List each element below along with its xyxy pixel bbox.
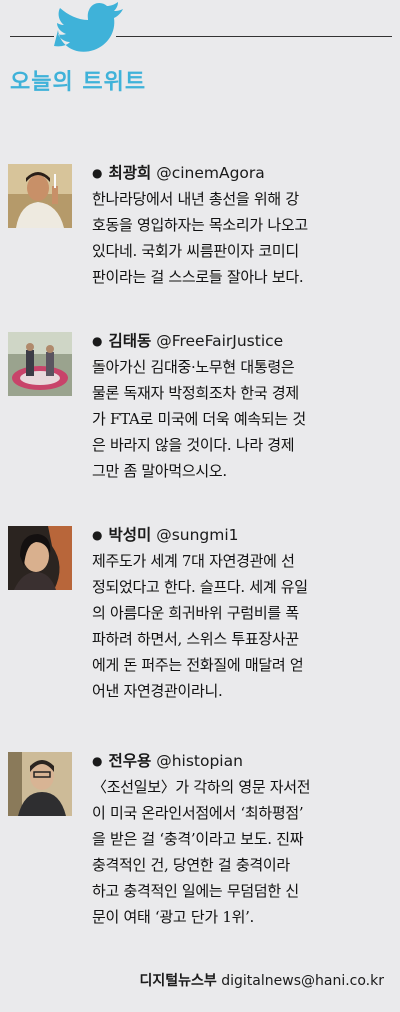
avatar	[8, 164, 72, 228]
bullet-icon: ●	[92, 754, 103, 768]
tweet-line: 제주도가 세계 7대 자연경관에 선	[92, 552, 295, 570]
tweet-line: 있다네. 국회가 씨름판이자 코미디	[92, 242, 299, 260]
tweet-author: ● 김태동 @FreeFairJustice	[92, 330, 283, 352]
bullet-icon: ●	[92, 528, 103, 542]
tweet-line: 은 바라지 않을 것이다. 나라 경제	[92, 436, 295, 454]
tweet-text: 한나라당에서 내년 총선을 위해 강 호동을 영입하자는 목소리가 나오고 있다…	[92, 186, 308, 290]
tweet-line: 정되었다고 한다. 슬프다. 세계 유일	[92, 578, 308, 596]
tweet-line: 이 미국 온라인서점에서 ‘최하평점’	[92, 804, 304, 822]
tweet-line: 어낸 자연경관이라니.	[92, 682, 223, 700]
author-handle: @cinemAgora	[156, 164, 265, 182]
tweet-line: 의 아름다운 희귀바위 구럼비를 폭	[92, 604, 299, 622]
tweet-author: ● 최광희 @cinemAgora	[92, 162, 265, 184]
author-name: 최광희	[108, 164, 152, 182]
tweet-line: 호동을 영입하자는 목소리가 나오고	[92, 216, 308, 234]
tweet-line: 돌아가신 김대중·노무현 대통령은	[92, 358, 295, 376]
tweet-line: 파하려 하면서, 스위스 투표장사꾼	[92, 630, 299, 648]
tweet-line: 한나라당에서 내년 총선을 위해 강	[92, 190, 299, 208]
tweet-line: 충격적인 건, 당연한 걸 충격이라	[92, 856, 290, 874]
tweet-line: 그만 좀 말아먹으시오.	[92, 462, 227, 480]
tweet-line: 판이라는 걸 스스로들 잘아나 보다.	[92, 268, 304, 286]
tweet-text: 〈조선일보〉가 각하의 영문 자서전 이 미국 온라인서점에서 ‘최하평점’ 을…	[92, 774, 311, 930]
tweet-line: 을 받은 걸 ‘충격’이라고 보도. 진짜	[92, 830, 304, 848]
avatar	[8, 526, 72, 590]
tweet-line: 〈조선일보〉가 각하의 영문 자서전	[92, 778, 311, 796]
author-name: 박성미	[108, 526, 152, 544]
author-handle: @FreeFairJustice	[156, 332, 284, 350]
tweet-line: 물론 독재자 박정희조차 한국 경제	[92, 384, 299, 402]
byline-email: digitalnews@hani.co.kr	[221, 973, 384, 989]
author-name: 전우용	[108, 752, 152, 770]
bullet-icon: ●	[92, 166, 103, 180]
byline-desk: 디지털뉴스부	[139, 973, 217, 989]
tweet-line: 하고 충격적인 일에는 무덤덤한 신	[92, 882, 299, 900]
avatar	[8, 752, 72, 816]
author-name: 김태동	[108, 332, 152, 350]
tweet-text: 돌아가신 김대중·노무현 대통령은 물론 독재자 박정희조차 한국 경제 가 F…	[92, 354, 306, 484]
bullet-icon: ●	[92, 334, 103, 348]
header-rule-right	[116, 36, 392, 37]
section-header: 오늘의 트위트	[0, 0, 400, 150]
twitter-bird-icon	[54, 2, 123, 52]
author-handle: @sungmi1	[156, 526, 239, 544]
tweet-author: ● 박성미 @sungmi1	[92, 524, 239, 546]
section-title: 오늘의 트위트	[10, 70, 147, 95]
byline: 디지털뉴스부 digitalnews@hani.co.kr	[140, 970, 384, 990]
tweet-text: 제주도가 세계 7대 자연경관에 선 정되었다고 한다. 슬프다. 세계 유일 …	[92, 548, 308, 704]
avatar	[8, 332, 72, 396]
author-handle: @histopian	[156, 752, 243, 770]
tweet-author: ● 전우용 @histopian	[92, 750, 243, 772]
tweet-line: 가 FTA로 미국에 더욱 예속되는 것	[92, 410, 306, 428]
tweet-line: 문이 여태 ‘광고 단가 1위’.	[92, 908, 255, 926]
tweet-line: 에게 돈 퍼주는 전화질에 매달려 얻	[92, 656, 304, 674]
